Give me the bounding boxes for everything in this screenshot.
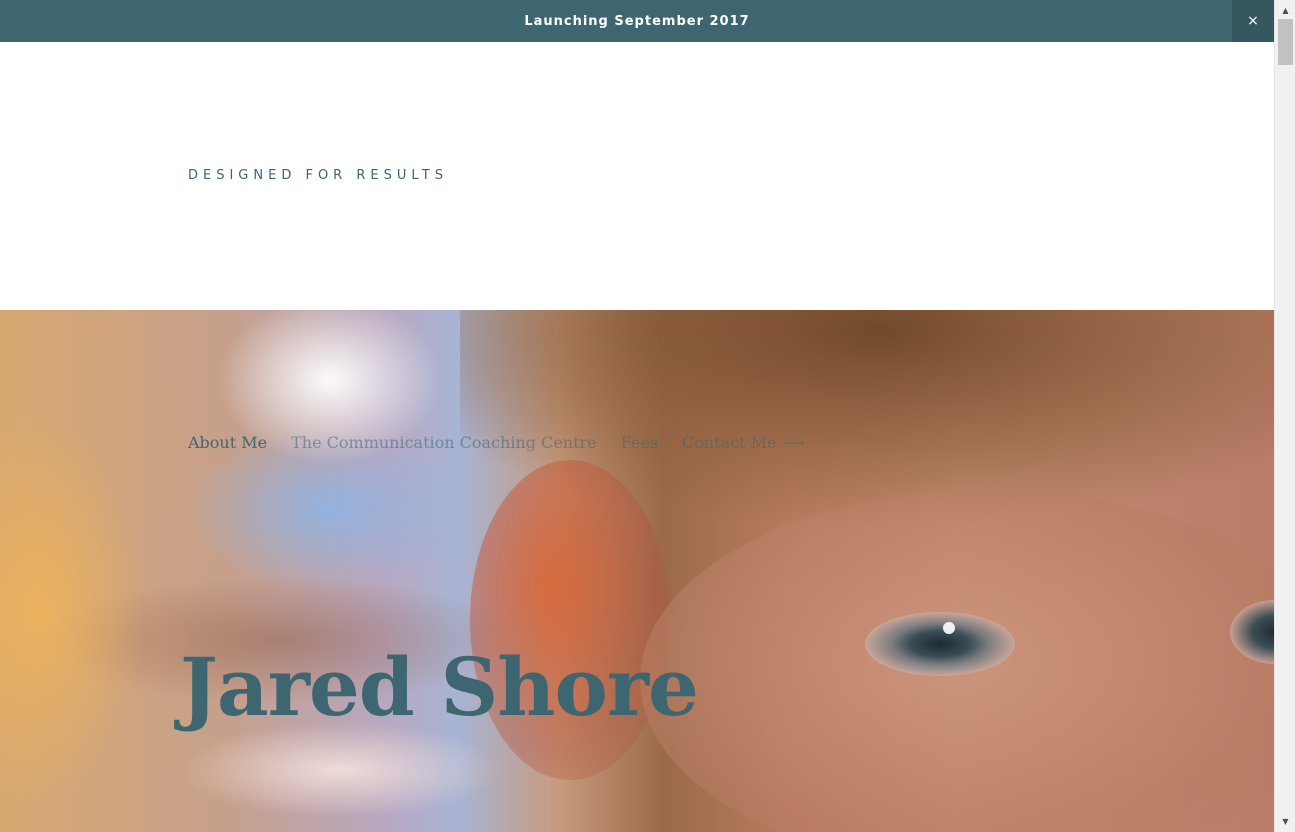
- scroll-up-icon[interactable]: ▲: [1275, 2, 1295, 19]
- hero-title: Jared Shore: [180, 640, 699, 734]
- nav-item-about-me[interactable]: About Me: [188, 433, 267, 452]
- announcement-bar: Launching September 2017 ×: [0, 0, 1274, 42]
- hero-section: About Me The Communication Coaching Cent…: [0, 310, 1274, 832]
- main-nav: About Me The Communication Coaching Cent…: [188, 433, 805, 452]
- scroll-thumb[interactable]: [1278, 19, 1293, 65]
- vertical-scrollbar[interactable]: ▲ ▼: [1274, 0, 1295, 832]
- hero-photo-eye: [865, 612, 1015, 676]
- nav-item-fees[interactable]: Fees: [621, 433, 658, 452]
- close-icon[interactable]: ×: [1232, 0, 1274, 42]
- scroll-down-icon[interactable]: ▼: [1275, 813, 1295, 830]
- nav-item-contact-me[interactable]: Contact Me ⟶: [682, 433, 805, 452]
- nav-item-communication-coaching-centre[interactable]: The Communication Coaching Centre: [291, 433, 597, 452]
- site-tagline: DESIGNED FOR RESULTS: [188, 168, 448, 183]
- site-header: DESIGNED FOR RESULTS: [0, 42, 1274, 310]
- announcement-text: Launching September 2017: [524, 13, 750, 29]
